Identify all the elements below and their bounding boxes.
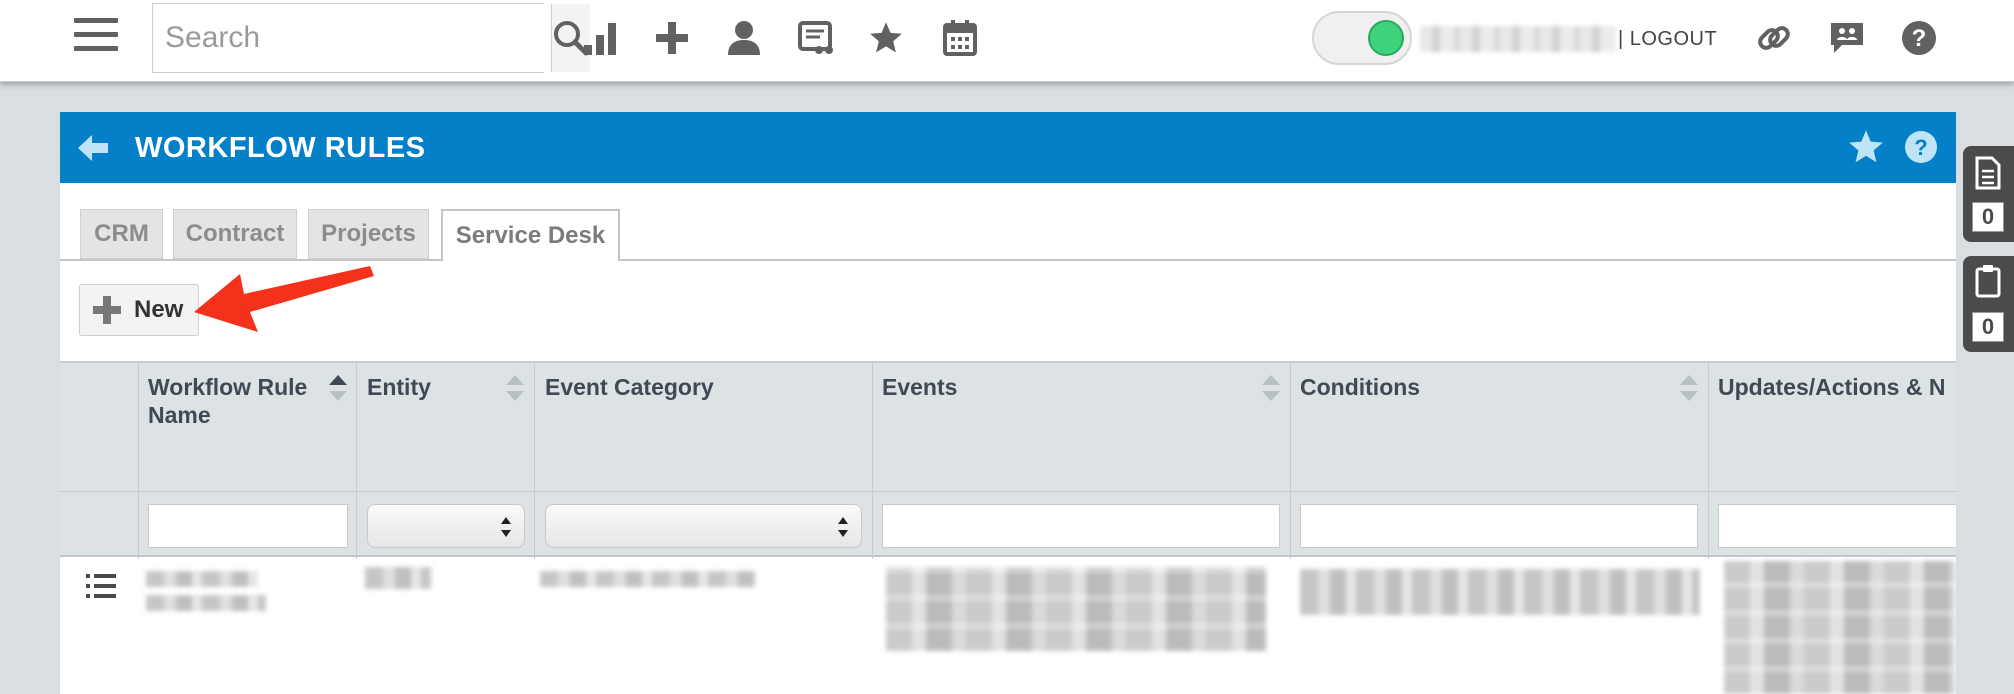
column-header-workflow-rule-name[interactable]: Workflow Rule Name bbox=[148, 373, 307, 429]
select-arrows-icon bbox=[838, 517, 848, 537]
status-toggle[interactable] bbox=[1312, 11, 1412, 65]
column-header-events[interactable]: Events bbox=[882, 373, 957, 401]
sort-icon[interactable] bbox=[327, 373, 349, 403]
documents-count: 0 bbox=[1972, 202, 2004, 232]
tab-crm[interactable]: CRM bbox=[80, 209, 163, 259]
grid-header: Workflow Rule Name Entity Event Category … bbox=[60, 361, 1956, 491]
username-redacted bbox=[1420, 26, 1615, 52]
filter-conditions[interactable] bbox=[1300, 504, 1698, 548]
plus-icon bbox=[93, 296, 121, 324]
tab-projects[interactable]: Projects bbox=[308, 209, 429, 259]
column-header-conditions[interactable]: Conditions bbox=[1300, 373, 1420, 401]
filter-workflow-rule-name[interactable] bbox=[148, 504, 348, 548]
svg-text:?: ? bbox=[1914, 135, 1927, 160]
favorite-star-icon[interactable] bbox=[1847, 128, 1885, 166]
invoice-icon[interactable] bbox=[794, 16, 838, 60]
link-icon[interactable] bbox=[1752, 16, 1796, 60]
clipboard-icon bbox=[1975, 265, 2001, 298]
sort-icon[interactable] bbox=[1260, 373, 1282, 403]
sort-icon[interactable] bbox=[504, 373, 526, 403]
clipboard-count: 0 bbox=[1972, 312, 2004, 342]
row-menu-icon[interactable] bbox=[86, 573, 116, 599]
column-header-updates-actions[interactable]: Updates/Actions & N bbox=[1718, 373, 1945, 401]
back-arrow-icon[interactable] bbox=[76, 132, 110, 164]
user-icon[interactable] bbox=[722, 16, 766, 60]
favorites-icon[interactable] bbox=[864, 16, 908, 60]
column-header-entity[interactable]: Entity bbox=[367, 373, 431, 401]
table-row[interactable] bbox=[60, 559, 1956, 694]
redacted-cell bbox=[1724, 561, 1956, 694]
document-icon bbox=[1975, 156, 2001, 190]
top-bar: | LOGOUT ? bbox=[0, 0, 2014, 82]
chat-icon[interactable] bbox=[1825, 16, 1869, 60]
sort-icon[interactable] bbox=[1678, 373, 1700, 403]
svg-text:?: ? bbox=[1912, 25, 1927, 52]
panel-header: WORKFLOW RULES ? bbox=[60, 112, 1956, 183]
select-arrows-icon bbox=[501, 517, 511, 537]
new-button[interactable]: New bbox=[79, 284, 199, 336]
documents-badge[interactable]: 0 bbox=[1963, 146, 2014, 242]
header-help-icon[interactable]: ? bbox=[1903, 129, 1939, 165]
page-title: WORKFLOW RULES bbox=[135, 132, 426, 164]
tab-contract[interactable]: Contract bbox=[173, 209, 297, 259]
filter-entity-select[interactable] bbox=[367, 504, 525, 548]
toggle-knob bbox=[1368, 20, 1404, 56]
menu-icon[interactable] bbox=[74, 18, 118, 58]
help-icon[interactable]: ? bbox=[1897, 16, 1941, 60]
grid-filter-row bbox=[60, 491, 1956, 557]
add-icon[interactable] bbox=[650, 16, 694, 60]
filter-updates-actions[interactable] bbox=[1718, 504, 1956, 548]
redacted-cell bbox=[146, 571, 258, 587]
redacted-cell bbox=[365, 567, 431, 589]
clipboard-badge[interactable]: 0 bbox=[1963, 256, 2014, 352]
search-input[interactable] bbox=[153, 4, 551, 72]
redacted-cell bbox=[1300, 569, 1700, 615]
calendar-icon[interactable] bbox=[938, 16, 982, 60]
logout-link[interactable]: | LOGOUT bbox=[1618, 28, 1717, 51]
tabs-divider bbox=[620, 259, 1956, 261]
redacted-cell bbox=[146, 595, 266, 611]
redacted-cell bbox=[886, 567, 1266, 651]
tabs-divider bbox=[60, 259, 441, 261]
tab-service-desk[interactable]: Service Desk bbox=[441, 209, 620, 261]
search-box bbox=[152, 3, 590, 73]
workflow-rules-panel: WORKFLOW RULES ? CRM Contract Projects S… bbox=[60, 112, 1956, 694]
reports-icon[interactable] bbox=[578, 16, 622, 60]
filter-event-category-select[interactable] bbox=[545, 504, 862, 548]
redacted-cell bbox=[540, 571, 756, 587]
column-header-event-category[interactable]: Event Category bbox=[545, 373, 714, 401]
new-button-label: New bbox=[134, 296, 184, 323]
filter-events[interactable] bbox=[882, 504, 1280, 548]
